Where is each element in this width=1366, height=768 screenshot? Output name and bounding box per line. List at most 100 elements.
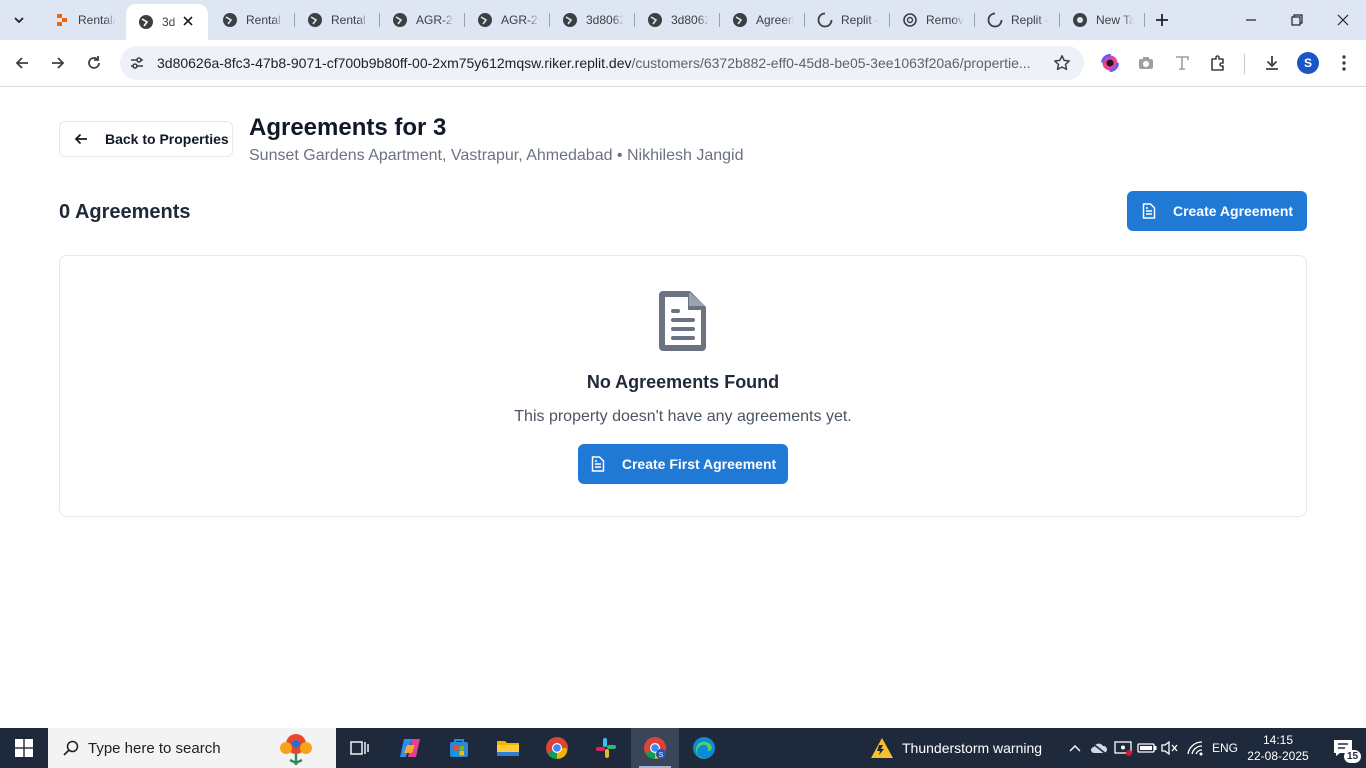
chrome-logo-icon — [1072, 12, 1088, 28]
globe-icon — [562, 12, 578, 28]
taskbar-search-box[interactable]: Type here to search — [48, 728, 336, 768]
copilot-icon[interactable] — [386, 728, 434, 768]
search-icon — [62, 739, 80, 757]
weather-widget[interactable]: Thunderstorm warning — [870, 728, 1042, 768]
browser-tab-strip: RentalA 3d Rental Rental AGR-20 AGR-20 3… — [0, 0, 1366, 40]
task-view-icon[interactable] — [336, 728, 384, 768]
loading-spinner-icon — [817, 12, 833, 28]
browser-tab[interactable]: AGR-20 — [465, 6, 550, 34]
browser-toolbar: 3d80626a-8fc3-47b8-9071-cf700b9b80ff-00-… — [0, 40, 1366, 87]
back-button-label: Back to Properties — [105, 131, 229, 147]
tab-title: AGR-20 — [416, 13, 454, 27]
loading-spinner-icon — [987, 12, 1003, 28]
reload-icon[interactable] — [80, 49, 108, 77]
page-title: Agreements for 3 — [249, 114, 447, 141]
tab-title: RentalA — [78, 13, 116, 27]
search-highlight-flower-icon — [280, 734, 312, 765]
battery-icon[interactable] — [1135, 728, 1159, 768]
create-first-agreement-button[interactable]: Create First Agreement — [578, 444, 788, 484]
taskbar-search-placeholder: Type here to search — [88, 739, 221, 757]
text-extension-icon[interactable] — [1168, 49, 1196, 77]
speaker-muted-icon[interactable] — [1158, 728, 1182, 768]
svg-text:S: S — [659, 752, 664, 759]
more-menu-icon[interactable] — [1330, 49, 1358, 77]
tab-title: 3d — [162, 15, 176, 29]
globe-icon — [138, 14, 154, 30]
bookmark-star-icon[interactable] — [1052, 53, 1072, 73]
browser-tab[interactable]: Replit - — [805, 6, 890, 34]
profile-avatar[interactable]: S — [1297, 52, 1319, 74]
tab-title: 3d8062 — [586, 13, 624, 27]
openai-logo-icon — [902, 12, 918, 28]
close-tab-icon[interactable] — [180, 13, 196, 29]
browser-tab[interactable]: Rental — [295, 6, 380, 34]
browser-tab[interactable]: Agreem — [720, 6, 805, 34]
tab-title: Agreem — [756, 13, 794, 27]
agreements-count-heading: 0 Agreements — [59, 201, 191, 223]
windows-taskbar: Type here to search S Thunderstorm warni… — [0, 728, 1366, 768]
back-arrow-icon[interactable] — [8, 49, 36, 77]
color-extension-icon[interactable] — [1096, 49, 1124, 77]
globe-icon — [392, 12, 408, 28]
restore-icon[interactable] — [1274, 0, 1320, 40]
browser-tab[interactable]: 3d8062 — [550, 6, 635, 34]
clock-time: 14:15 — [1262, 733, 1294, 747]
browser-tab[interactable]: Replit - — [975, 6, 1060, 34]
file-explorer-icon[interactable] — [484, 728, 532, 768]
browser-tab[interactable]: New Ta — [1060, 6, 1145, 34]
url-text[interactable]: 3d80626a-8fc3-47b8-9071-cf700b9b80ff-00-… — [157, 55, 1039, 71]
slack-icon[interactable] — [582, 728, 630, 768]
tab-title: Rental — [246, 13, 281, 27]
empty-state-card: No Agreements Found This property doesn'… — [59, 255, 1307, 517]
clock-date: 22-08-2025 — [1247, 749, 1309, 763]
arrow-left-icon — [73, 131, 89, 147]
edge-icon[interactable] — [680, 728, 728, 768]
notification-count-badge: 15 — [1344, 750, 1362, 763]
globe-icon — [307, 12, 323, 28]
warning-icon — [870, 736, 894, 760]
document-icon — [590, 456, 606, 472]
globe-icon — [222, 12, 238, 28]
camera-extension-icon[interactable] — [1132, 49, 1160, 77]
browser-tab[interactable]: 3d8062 — [635, 6, 720, 34]
wifi-icon[interactable] — [1184, 728, 1208, 768]
document-icon — [1141, 203, 1157, 219]
microsoft-store-icon[interactable] — [435, 728, 483, 768]
url-host: 3d80626a-8fc3-47b8-9071-cf700b9b80ff-00-… — [157, 55, 632, 71]
create-agreement-button[interactable]: Create Agreement — [1127, 191, 1307, 231]
minimize-icon[interactable] — [1228, 0, 1274, 40]
system-clock[interactable]: 14:15 22-08-2025 — [1246, 732, 1310, 764]
notification-center-icon[interactable]: 15 — [1320, 728, 1366, 768]
globe-icon — [732, 12, 748, 28]
windows-start-icon[interactable] — [0, 728, 48, 768]
show-hidden-icons-chevron-icon[interactable] — [1063, 728, 1087, 768]
extensions-puzzle-icon[interactable] — [1204, 49, 1232, 77]
browser-tab[interactable]: Rental — [210, 6, 295, 34]
chrome-icon[interactable] — [533, 728, 581, 768]
empty-state-message: This property doesn't have any agreement… — [514, 408, 852, 425]
globe-icon — [477, 12, 493, 28]
create-agreement-label: Create Agreement — [1172, 203, 1294, 219]
new-tab-plus-icon[interactable] — [1151, 9, 1173, 31]
language-indicator[interactable]: ENG — [1212, 741, 1238, 755]
site-settings-icon[interactable] — [128, 54, 146, 72]
document-icon — [659, 291, 706, 351]
replit-logo-icon — [54, 12, 70, 28]
address-bar[interactable]: 3d80626a-8fc3-47b8-9071-cf700b9b80ff-00-… — [120, 46, 1084, 80]
onedrive-icon[interactable] — [1087, 728, 1111, 768]
forward-arrow-icon[interactable] — [44, 49, 72, 77]
back-to-properties-button[interactable]: Back to Properties — [59, 121, 233, 157]
tab-search-chevron-icon[interactable] — [6, 8, 32, 32]
meet-now-icon[interactable] — [1111, 728, 1135, 768]
page-subtitle: Sunset Gardens Apartment, Vastrapur, Ahm… — [249, 147, 744, 164]
browser-tab-active[interactable]: 3d — [126, 4, 208, 40]
chrome-profile-icon[interactable]: S — [631, 728, 679, 768]
download-icon[interactable] — [1258, 49, 1286, 77]
empty-state-title: No Agreements Found — [586, 372, 780, 392]
tab-title: Replit - — [1011, 13, 1049, 27]
close-window-icon[interactable] — [1320, 0, 1366, 40]
weather-text: Thunderstorm warning — [902, 740, 1043, 756]
browser-tab[interactable]: RentalA — [42, 6, 127, 34]
browser-tab[interactable]: Remov — [890, 6, 975, 34]
browser-tab[interactable]: AGR-20 — [380, 6, 465, 34]
